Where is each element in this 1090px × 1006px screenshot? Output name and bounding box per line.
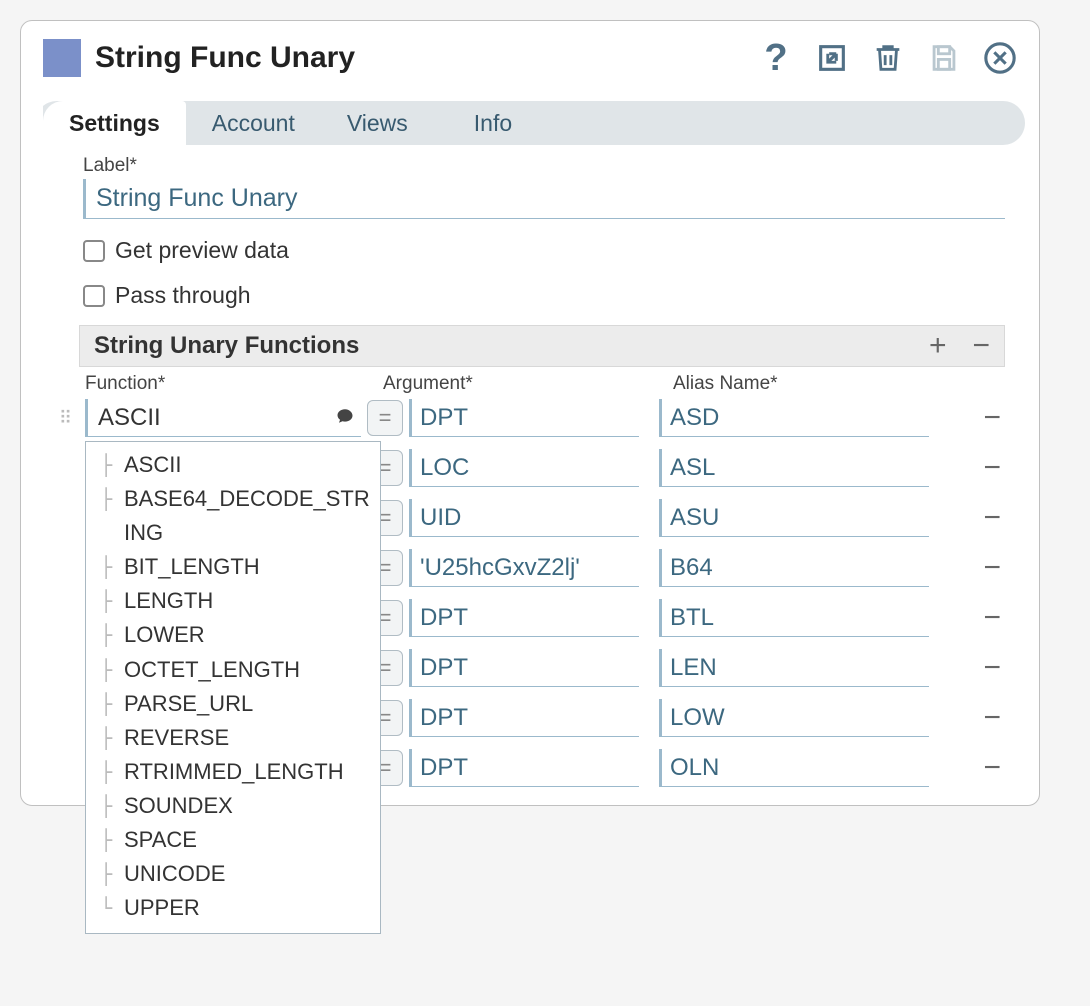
tab-settings[interactable]: Settings <box>43 101 186 145</box>
alias-input[interactable] <box>659 449 929 487</box>
section-title: String Unary Functions <box>94 332 929 360</box>
section-remove-icon[interactable]: − <box>972 331 990 361</box>
save-icon[interactable] <box>927 41 961 75</box>
dropdown-option[interactable]: ├ REVERSE <box>100 721 380 755</box>
alias-input[interactable] <box>659 549 929 587</box>
trash-icon[interactable] <box>871 41 905 75</box>
alias-input[interactable] <box>659 749 929 787</box>
close-icon[interactable] <box>983 41 1017 75</box>
pass-through-row[interactable]: Pass through <box>83 282 1005 309</box>
dropdown-option[interactable]: ├ UNICODE <box>100 857 380 891</box>
row-remove-icon[interactable]: − <box>983 751 1005 785</box>
pass-through-label: Pass through <box>115 282 251 309</box>
help-icon[interactable]: ? <box>759 41 793 75</box>
row-remove-icon[interactable]: − <box>983 601 1005 635</box>
dialog-title: String Func Unary <box>95 41 759 75</box>
row-remove-icon[interactable]: − <box>983 501 1005 535</box>
argument-input[interactable] <box>409 449 639 487</box>
pass-through-checkbox[interactable] <box>83 285 105 307</box>
argument-input[interactable] <box>409 699 639 737</box>
titlebar: String Func Unary ? <box>35 39 1025 77</box>
alias-input[interactable] <box>659 649 929 687</box>
section-header: String Unary Functions + − <box>79 325 1005 367</box>
dropdown-option[interactable]: ├ SPACE <box>100 823 380 857</box>
argument-input[interactable] <box>409 549 639 587</box>
dialog: String Func Unary ? Settings Account Vie… <box>20 20 1040 806</box>
get-preview-checkbox[interactable] <box>83 240 105 262</box>
tab-info[interactable]: Info <box>434 101 538 145</box>
tabs: Settings Account Views Info <box>35 101 1025 145</box>
snap-color-swatch <box>43 39 81 77</box>
argument-input[interactable] <box>409 749 639 787</box>
alias-input[interactable] <box>659 699 929 737</box>
alias-input[interactable] <box>659 499 929 537</box>
get-preview-row[interactable]: Get preview data <box>83 237 1005 264</box>
argument-header: Argument* <box>383 373 673 395</box>
dropdown-option[interactable]: ├ BIT_LENGTH <box>100 550 380 584</box>
alias-input[interactable] <box>659 399 929 437</box>
argument-input[interactable] <box>409 499 639 537</box>
label-input[interactable] <box>83 179 1005 219</box>
dropdown-option[interactable]: ├ PARSE_URL <box>100 687 380 721</box>
table-row: ⠿ ├ ASCII├ BASE64_DECODE_STRING├ BIT_LEN… <box>83 399 1005 437</box>
row-remove-icon[interactable]: − <box>983 551 1005 585</box>
function-input[interactable] <box>85 399 361 437</box>
form-body: Label* Get preview data Pass through Str… <box>35 151 1025 787</box>
argument-input[interactable] <box>409 649 639 687</box>
grid-header: Function* Argument* Alias Name* <box>83 373 1005 395</box>
dropdown-option[interactable]: ├ LOWER <box>100 618 380 652</box>
dropdown-option[interactable]: ├ RTRIMMED_LENGTH <box>100 755 380 789</box>
row-remove-icon[interactable]: − <box>983 651 1005 685</box>
get-preview-label: Get preview data <box>115 237 289 264</box>
dropdown-option[interactable]: ├ OCTET_LENGTH <box>100 653 380 687</box>
function-dropdown[interactable]: ├ ASCII├ BASE64_DECODE_STRING├ BIT_LENGT… <box>85 441 381 934</box>
argument-input[interactable] <box>409 599 639 637</box>
dropdown-option[interactable]: └ UPPER <box>100 891 380 925</box>
drag-handle-icon[interactable]: ⠿ <box>55 408 75 429</box>
argument-input[interactable] <box>409 399 639 437</box>
row-remove-icon[interactable]: − <box>983 401 1005 435</box>
dropdown-option[interactable]: ├ ASCII <box>100 448 380 482</box>
title-actions: ? <box>759 41 1017 75</box>
function-header: Function* <box>83 373 383 395</box>
section-add-icon[interactable]: + <box>929 331 947 361</box>
expression-toggle[interactable]: = <box>367 400 403 436</box>
suggest-icon[interactable] <box>335 407 355 430</box>
tab-account[interactable]: Account <box>186 101 321 145</box>
label-field-label: Label* <box>83 155 1005 177</box>
tab-views[interactable]: Views <box>321 101 434 145</box>
alias-input[interactable] <box>659 599 929 637</box>
dropdown-option[interactable]: ├ SOUNDEX <box>100 789 380 823</box>
row-remove-icon[interactable]: − <box>983 451 1005 485</box>
row-remove-icon[interactable]: − <box>983 701 1005 735</box>
alias-header: Alias Name* <box>673 373 1005 395</box>
dropdown-option[interactable]: ├ BASE64_DECODE_STRING <box>100 482 380 550</box>
popout-icon[interactable] <box>815 41 849 75</box>
dropdown-option[interactable]: ├ LENGTH <box>100 584 380 618</box>
